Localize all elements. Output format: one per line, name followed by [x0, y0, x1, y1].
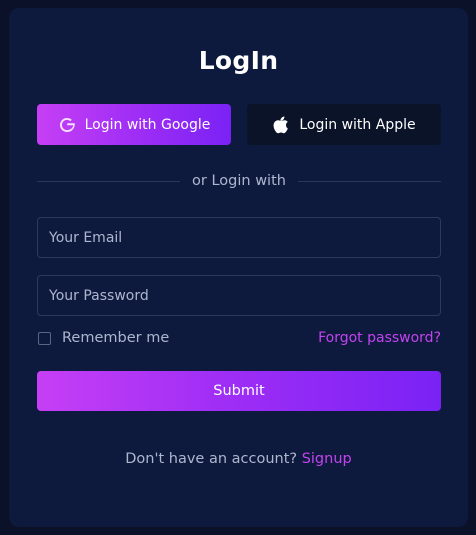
google-button-label: Login with Google: [84, 116, 211, 133]
login-with-google-button[interactable]: Login with Google: [37, 104, 231, 145]
login-with-apple-button[interactable]: Login with Apple: [247, 104, 441, 145]
google-icon: [58, 116, 76, 134]
divider-text: or Login with: [192, 173, 286, 189]
apple-icon: [272, 116, 290, 134]
apple-button-label: Login with Apple: [299, 116, 416, 133]
page-title: LogIn: [198, 46, 279, 75]
divider-line-right: [297, 180, 441, 182]
login-card: LogIn Login with Google Login with Apple…: [9, 8, 468, 527]
signup-prompt: Don't have an account? Signup: [9, 451, 468, 467]
email-field[interactable]: [37, 217, 441, 258]
forgot-password-link[interactable]: Forgot password?: [318, 328, 441, 348]
submit-button[interactable]: Submit: [37, 371, 441, 411]
remember-me-label: Remember me: [62, 330, 170, 346]
signup-link[interactable]: Signup: [302, 451, 352, 467]
password-field[interactable]: [37, 275, 441, 316]
signup-prompt-text: Don't have an account?: [125, 451, 298, 467]
remember-me[interactable]: Remember me: [38, 328, 169, 348]
divider-line-left: [37, 180, 181, 182]
or-divider: or Login with: [37, 170, 441, 192]
remember-me-checkbox[interactable]: [38, 331, 51, 345]
